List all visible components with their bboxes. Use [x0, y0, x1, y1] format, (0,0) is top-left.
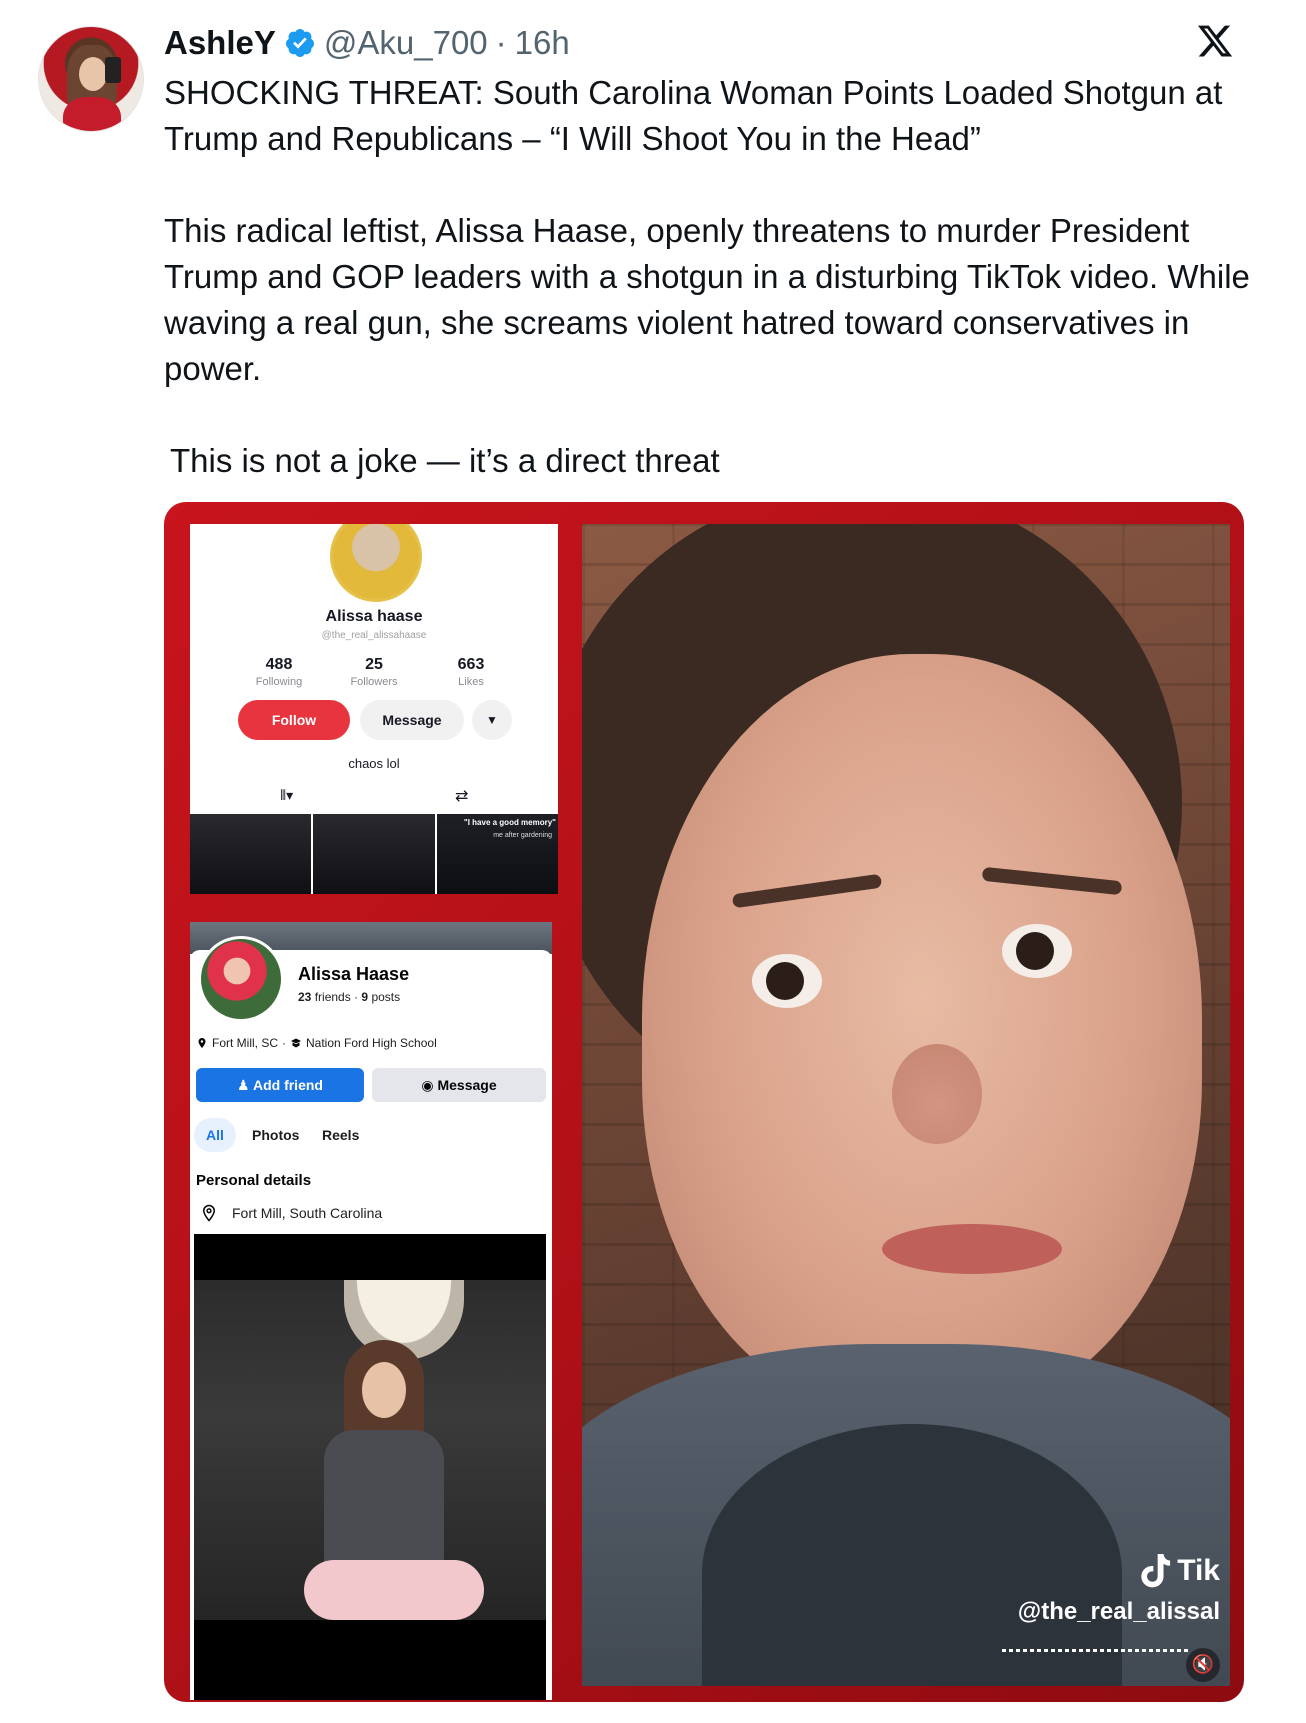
photo-body [324, 1430, 444, 1580]
stat-number: 488 [265, 656, 293, 673]
tiktok-bio: chaos lol [348, 756, 400, 771]
posts-label: posts [371, 990, 401, 1004]
add-friend-icon: ♟ [237, 1077, 250, 1093]
message-label: Message [437, 1077, 497, 1093]
video-thumbnail [190, 814, 312, 894]
tab-reels: Reels [322, 1127, 360, 1143]
mouth [882, 1224, 1062, 1274]
tab-photos: Photos [252, 1127, 300, 1143]
tiktok-handle: @the_real_alissahaase [321, 630, 427, 641]
facebook-counts: 23 friends · 9 posts [298, 990, 400, 1004]
tweet-body: This radical leftist, Alissa Haase, open… [164, 212, 1260, 387]
x-logo-icon [1197, 25, 1233, 57]
facebook-avatar [198, 936, 284, 1022]
tiktok-logo-icon [1141, 1554, 1171, 1588]
video-thumbnail [313, 814, 435, 894]
tiktok-avatar [330, 524, 422, 602]
avatar-dress [63, 97, 121, 131]
right-eye [1002, 924, 1072, 978]
nose [892, 1044, 982, 1144]
tiktok-brand-text: Tik [1177, 1554, 1220, 1587]
facebook-profile-screenshot: Alissa Haase 23 friends · 9 posts Fort M… [190, 922, 552, 1700]
author-handle[interactable]: @Aku_700 [324, 24, 488, 62]
tiktok-stat-likes: 663 Likes [426, 656, 516, 688]
left-eye [752, 954, 822, 1008]
posts-count: 9 [361, 990, 369, 1004]
school-name: Nation Ford High School [306, 1036, 437, 1050]
add-friend-button: ♟ Add friend [196, 1068, 364, 1102]
stat-label: Likes [458, 676, 484, 688]
personal-details-heading: Personal details [196, 1172, 312, 1189]
author-avatar[interactable] [38, 26, 144, 132]
messenger-icon: ◉ [421, 1077, 434, 1093]
thumbnail-subcaption: me after gardening [493, 832, 552, 839]
stat-label: Following [255, 676, 303, 688]
school-icon [291, 1038, 301, 1048]
address-text: Fort Mill, South Carolina [232, 1205, 383, 1221]
separator-dot: · [282, 1036, 286, 1050]
stat-number: 25 [365, 656, 383, 673]
video-thumbnail: "I have a good memory" me after gardenin… [436, 814, 558, 894]
tiktok-name: Alissa haase [325, 608, 423, 625]
add-friend-label: Add friend [252, 1077, 323, 1093]
tweet-text: SHOCKING THREAT: South Carolina Woman Po… [164, 70, 1274, 484]
tiktok-message-button: Message [360, 700, 464, 740]
video-face [642, 654, 1202, 1414]
separator-dot: · [354, 990, 359, 1004]
tiktok-video-still[interactable]: Tik @the_real_alissal 🔇 [582, 524, 1230, 1686]
stat-number: 663 [457, 656, 485, 673]
tiktok-follow-button: Follow [238, 700, 350, 740]
repost-icon: ⇄ [455, 786, 469, 805]
avatar-face [79, 57, 107, 91]
facebook-message-button: ◉ Message [372, 1068, 546, 1102]
tweet-headline: SHOCKING THREAT: South Carolina Woman Po… [164, 74, 1231, 157]
grid-view-icon: ⦀▾ [280, 788, 294, 804]
tiktok-profile-screenshot: Alissa haase @the_real_alissahaase 488 F… [190, 524, 558, 894]
tiktok-stat-following: 488 Following [234, 656, 324, 688]
facebook-name: Alissa Haase [298, 964, 410, 984]
separator-dot: · [495, 24, 507, 61]
tiktok-stat-followers: 25 Followers [329, 656, 419, 688]
verified-badge-icon [285, 29, 314, 57]
photo-face [362, 1362, 406, 1418]
tab-all: All [194, 1118, 236, 1152]
location-pin-icon [198, 1038, 206, 1048]
post-time[interactable]: 16h [515, 24, 570, 62]
tiktok-handle-watermark: @the_real_alissal [1017, 1598, 1220, 1625]
microphone-photo [194, 1280, 546, 1620]
tweet-closing: This is not a joke — it’s a direct threa… [170, 442, 720, 479]
address-row: Fort Mill, South Carolina [200, 1204, 382, 1222]
author-name[interactable]: AshleY [164, 24, 276, 62]
tweet-header: AshleY @Aku_700 · 16h [164, 20, 570, 66]
mute-icon[interactable]: 🔇 [1186, 1648, 1220, 1682]
video-progress-bar[interactable] [1002, 1649, 1190, 1652]
avatar-phone [105, 57, 121, 83]
location-pin-icon [202, 1204, 216, 1222]
tiktok-video-thumbnails: "I have a good memory" me after gardenin… [190, 814, 558, 894]
tiktok-watermark: Tik [1141, 1554, 1220, 1588]
thumbnail-caption: "I have a good memory" [463, 818, 556, 827]
facebook-location-row: Fort Mill, SC · Nation Ford High School [196, 1036, 437, 1050]
stat-label: Followers [350, 676, 398, 688]
tweet-media[interactable]: Alissa haase @the_real_alissahaase 488 F… [164, 502, 1244, 1702]
friends-label: friends [314, 990, 351, 1004]
location-short: Fort Mill, SC [212, 1036, 278, 1050]
tiktok-more-icon: ▼ [472, 700, 512, 740]
photo-legs [304, 1560, 484, 1620]
friends-count: 23 [298, 990, 312, 1004]
